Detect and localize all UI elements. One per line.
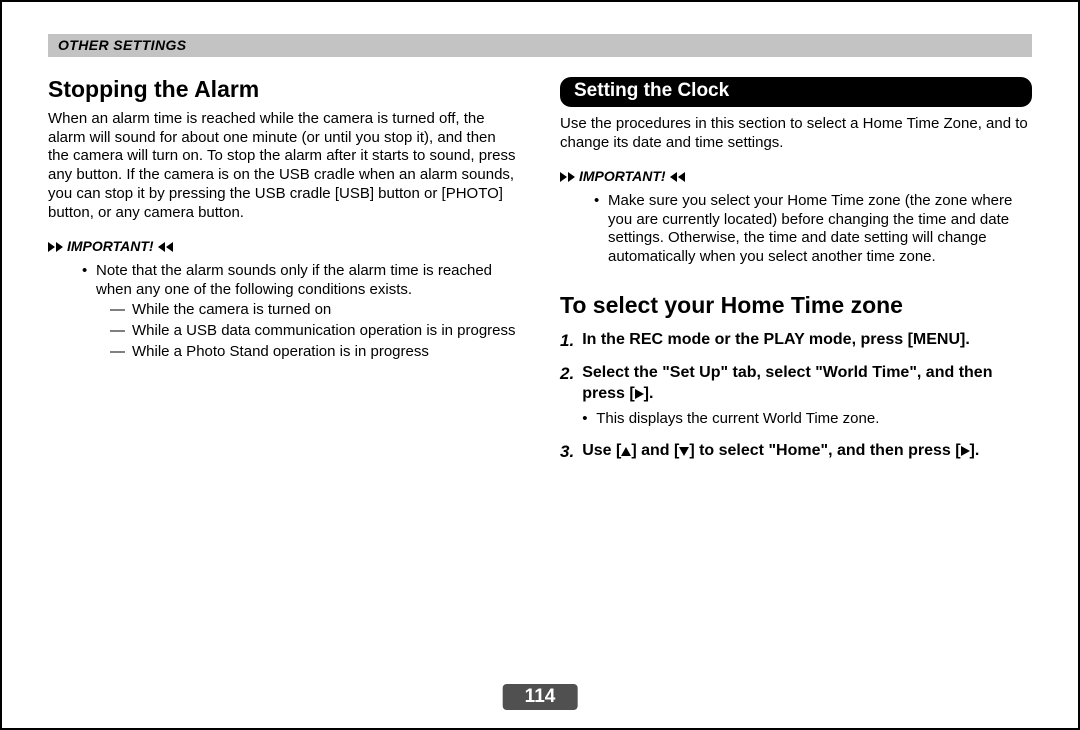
note-item: Make sure you select your Home Time zone… xyxy=(594,192,1032,267)
page-number: 114 xyxy=(503,684,578,710)
step-number: 3. xyxy=(560,441,574,462)
step-text: Use [] and [] to select "Home", and then… xyxy=(582,441,979,462)
section-header: OTHER SETTINGS xyxy=(48,34,1032,57)
important-callout-left: IMPORTANT! xyxy=(48,238,520,256)
step-body: In the REC mode or the PLAY mode, press … xyxy=(582,330,970,351)
step-item: 1. In the REC mode or the PLAY mode, pres… xyxy=(560,330,1032,351)
important-note-list-right: Make sure you select your Home Time zone… xyxy=(560,192,1032,267)
step-item: 3. Use [] and [] to select "Home", and th… xyxy=(560,441,1032,462)
step-text: In the REC mode or the PLAY mode, press … xyxy=(582,330,970,351)
double-left-icon xyxy=(670,172,685,182)
content-columns: Stopping the Alarm When an alarm time is… xyxy=(46,75,1034,474)
right-triangle-icon xyxy=(635,389,644,399)
step-number: 1. xyxy=(560,330,574,351)
paragraph-clock-intro: Use the procedures in this section to se… xyxy=(560,115,1032,153)
heading-stopping-alarm: Stopping the Alarm xyxy=(48,75,520,104)
note-item: Note that the alarm sounds only if the a… xyxy=(82,262,520,362)
important-note-list-left: Note that the alarm sounds only if the a… xyxy=(48,262,520,362)
steps-list: 1. In the REC mode or the PLAY mode, pres… xyxy=(560,330,1032,463)
important-label-left: IMPORTANT! xyxy=(67,238,154,256)
step-text: Select the "Set Up" tab, select "World T… xyxy=(582,363,1032,405)
double-right-icon xyxy=(560,172,575,182)
condition-item: While the camera is turned on xyxy=(110,301,520,320)
step-body: Select the "Set Up" tab, select "World T… xyxy=(582,363,1032,429)
heading-select-home-tz: To select your Home Time zone xyxy=(560,291,1032,320)
condition-item: While a Photo Stand operation is in prog… xyxy=(110,343,520,362)
right-column: Setting the Clock Use the procedures in … xyxy=(560,75,1032,474)
step-body: Use [] and [] to select "Home", and then… xyxy=(582,441,979,462)
double-left-icon xyxy=(158,242,173,252)
step-sub-note: This displays the current World Time zon… xyxy=(582,410,1032,429)
down-triangle-icon xyxy=(679,447,689,456)
important-callout-right: IMPORTANT! xyxy=(560,168,1032,186)
condition-item: While a USB data communication operation… xyxy=(110,322,520,341)
double-right-icon xyxy=(48,242,63,252)
left-column: Stopping the Alarm When an alarm time is… xyxy=(48,75,520,474)
conditions-list: While the camera is turned on While a USB… xyxy=(96,301,520,361)
paragraph-stopping-alarm: When an alarm time is reached while the … xyxy=(48,110,520,223)
up-triangle-icon xyxy=(621,447,631,456)
step-number: 2. xyxy=(560,363,574,429)
right-triangle-icon xyxy=(961,446,970,456)
section-header-text: OTHER SETTINGS xyxy=(58,37,187,53)
manual-page: OTHER SETTINGS Stopping the Alarm When a… xyxy=(0,0,1080,730)
step-item: 2.Select the "Set Up" tab, select "World… xyxy=(560,363,1032,429)
note-intro-text: Note that the alarm sounds only if the a… xyxy=(96,262,492,298)
pill-setting-clock: Setting the Clock xyxy=(560,77,1032,107)
important-label-right: IMPORTANT! xyxy=(579,168,666,186)
